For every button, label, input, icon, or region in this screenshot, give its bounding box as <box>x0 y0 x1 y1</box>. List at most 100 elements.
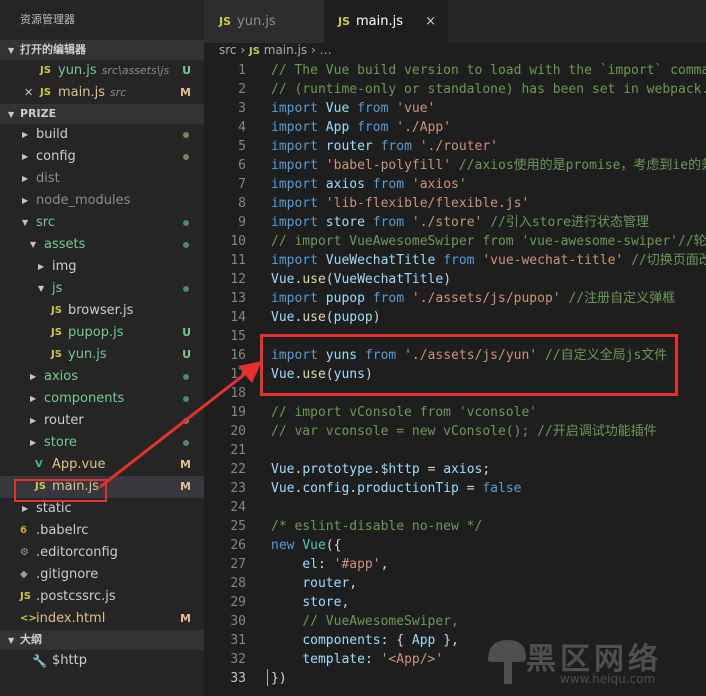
tab-yun-js[interactable]: JS yun.js <box>204 0 324 43</box>
code-line[interactable]: 27 el: '#app', <box>204 555 706 574</box>
file-item[interactable]: ⚙ .editorconfig <box>0 542 204 564</box>
folder-item[interactable]: ▼ src <box>0 212 204 234</box>
code-line[interactable]: 30 // VueAwesomeSwiper, <box>204 612 706 631</box>
chevron-down-icon[interactable]: ▼ <box>30 234 36 256</box>
file-item[interactable]: JS pupop.js U <box>0 322 204 344</box>
file-item[interactable]: JS browser.js <box>0 300 204 322</box>
code-line[interactable]: 13 import pupop from './assets/js/pupop' … <box>204 289 706 308</box>
code-token: ( <box>325 272 334 287</box>
file-item[interactable]: 6 .babelrc <box>0 520 204 542</box>
code-line[interactable]: 19 // import vConsole from 'vconsole' <box>204 403 706 422</box>
code-line[interactable]: 12 Vue.use(VueWechatTitle) <box>204 270 706 289</box>
file-item[interactable]: V App.vue M <box>0 454 204 476</box>
chevron-right-icon[interactable]: ▶ <box>22 190 28 212</box>
chevron-right-icon[interactable]: ▶ <box>30 388 36 410</box>
tree-item-label: store <box>44 435 77 450</box>
file-item[interactable]: <> index.html M <box>0 608 204 630</box>
chevron-right-icon[interactable]: ▶ <box>22 146 28 168</box>
code-token: App <box>411 633 444 648</box>
chevron-right-icon[interactable]: ▶ <box>38 256 44 278</box>
code-token: //axios使用的是promise，考虑到ie的兼容性 <box>458 158 706 173</box>
folder-item[interactable]: ▶ axios <box>0 366 204 388</box>
open-editors-list: JS yun.js src\assets\js U ✕ JS main.js src M <box>0 60 204 104</box>
code-line[interactable]: 23 Vue.config.productionTip = false <box>204 479 706 498</box>
file-item[interactable]: ◆ .gitignore <box>0 564 204 586</box>
chevron-right-icon[interactable]: ▶ <box>30 432 36 454</box>
code-line[interactable]: 10 // import VueAwesomeSwiper from 'vue-a… <box>204 232 706 251</box>
git-status-dot <box>183 220 189 226</box>
open-editor-item[interactable]: ✕ JS main.js src M <box>0 82 204 104</box>
code-line[interactable]: 11 import VueWechatTitle from 'vue-wechat… <box>204 251 706 270</box>
code-line[interactable]: 1 // The Vue build version to load with t… <box>204 61 706 80</box>
line-number: 14 <box>230 310 246 325</box>
code-line[interactable]: 14 Vue.use(pupop) <box>204 308 706 327</box>
breadcrumb-file[interactable]: main.js <box>264 43 307 57</box>
folder-item[interactable]: ▼ assets <box>0 234 204 256</box>
file-item[interactable]: JS .postcssrc.js <box>0 586 204 608</box>
line-number: 19 <box>230 405 246 420</box>
breadcrumb-more[interactable]: … <box>320 43 332 57</box>
code-line[interactable]: 26 new Vue({ <box>204 536 706 555</box>
code-token: : { <box>380 633 412 648</box>
chevron-right-icon[interactable]: ▶ <box>30 410 36 432</box>
folder-item[interactable]: ▶ components <box>0 388 204 410</box>
code-line[interactable]: 24 <box>204 498 706 517</box>
code-line[interactable]: 3 import Vue from 'vue' <box>204 99 706 118</box>
line-number: 25 <box>230 519 246 534</box>
code-line[interactable]: 25 /* eslint-disable no-new */ <box>204 517 706 536</box>
code-line[interactable]: 6 import 'babel-polyfill' //axios使用的是prom… <box>204 156 706 175</box>
close-icon[interactable]: ✕ <box>24 82 33 104</box>
open-editor-item[interactable]: JS yun.js src\assets\js U <box>0 60 204 82</box>
code-token: './assets/js/pupop' <box>411 291 569 306</box>
code-token: './store' <box>411 215 491 230</box>
line-number: 33 <box>230 671 246 686</box>
tab-main-js[interactable]: JS main.js × <box>324 0 448 43</box>
html-file-icon: <> <box>20 613 37 624</box>
code-token: pupop <box>325 291 373 306</box>
code-token: 'vue' <box>396 101 436 116</box>
code-text: /* eslint-disable no-new */ <box>271 517 482 536</box>
chevron-down-icon[interactable]: ▼ <box>22 212 28 234</box>
folder-item[interactable]: ▶ router <box>0 410 204 432</box>
file-item[interactable]: JS yun.js U <box>0 344 204 366</box>
breadcrumb-folder[interactable]: src <box>219 43 237 57</box>
code-line[interactable]: 7 import axios from 'axios' <box>204 175 706 194</box>
folder-item[interactable]: ▶ node_modules <box>0 190 204 212</box>
code-text: }) <box>271 669 287 688</box>
code-line[interactable]: 2 // (runtime-only or standalone) has bee… <box>204 80 706 99</box>
chevron-right-icon[interactable]: ▶ <box>30 366 36 388</box>
project-header[interactable]: ▼ PRIZE <box>0 104 204 124</box>
code-line[interactable]: 8 import 'lib-flexible/flexible.js' <box>204 194 706 213</box>
code-line[interactable]: 5 import router from './router' <box>204 137 706 156</box>
file-highlight-box <box>14 479 107 502</box>
folder-item[interactable]: ▶ dist <box>0 168 204 190</box>
folder-item[interactable]: ▶ config <box>0 146 204 168</box>
outline-item[interactable]: 🔧 $http <box>0 650 204 672</box>
chevron-right-icon[interactable]: ▶ <box>22 124 28 146</box>
folder-item[interactable]: ▶ build <box>0 124 204 146</box>
folder-item[interactable]: ▼ js <box>0 278 204 300</box>
outline-header[interactable]: ▼ 大纲 <box>0 630 204 650</box>
chevron-down-icon[interactable]: ▼ <box>38 278 44 300</box>
code-token: import <box>271 253 326 268</box>
code-line[interactable]: 29 store, <box>204 593 706 612</box>
folder-item[interactable]: ▶ img <box>0 256 204 278</box>
code-token: 'axios' <box>411 177 467 192</box>
close-icon[interactable]: × <box>425 0 436 43</box>
code-token: prototype <box>302 462 373 477</box>
code-token: config <box>302 481 350 496</box>
code-line[interactable]: 28 router, <box>204 574 706 593</box>
open-editors-header[interactable]: ▼ 打开的编辑器 <box>0 40 204 60</box>
tree-item-label: components <box>44 391 125 406</box>
code-line[interactable]: 20 // var vconsole = new vConsole(); //开启… <box>204 422 706 441</box>
line-number: 30 <box>230 614 246 629</box>
code-token: //切换页面改变标题 <box>631 253 706 268</box>
code-line[interactable]: 22 Vue.prototype.$http = axios; <box>204 460 706 479</box>
code-line[interactable]: 4 import App from './App' <box>204 118 706 137</box>
open-editors-title: 打开的编辑器 <box>20 43 86 56</box>
code-line[interactable]: 21 <box>204 441 706 460</box>
folder-item[interactable]: ▶ store <box>0 432 204 454</box>
code-line[interactable]: 9 import store from './store' //引入store进行… <box>204 213 706 232</box>
line-number: 21 <box>230 443 246 458</box>
chevron-right-icon[interactable]: ▶ <box>22 168 28 190</box>
